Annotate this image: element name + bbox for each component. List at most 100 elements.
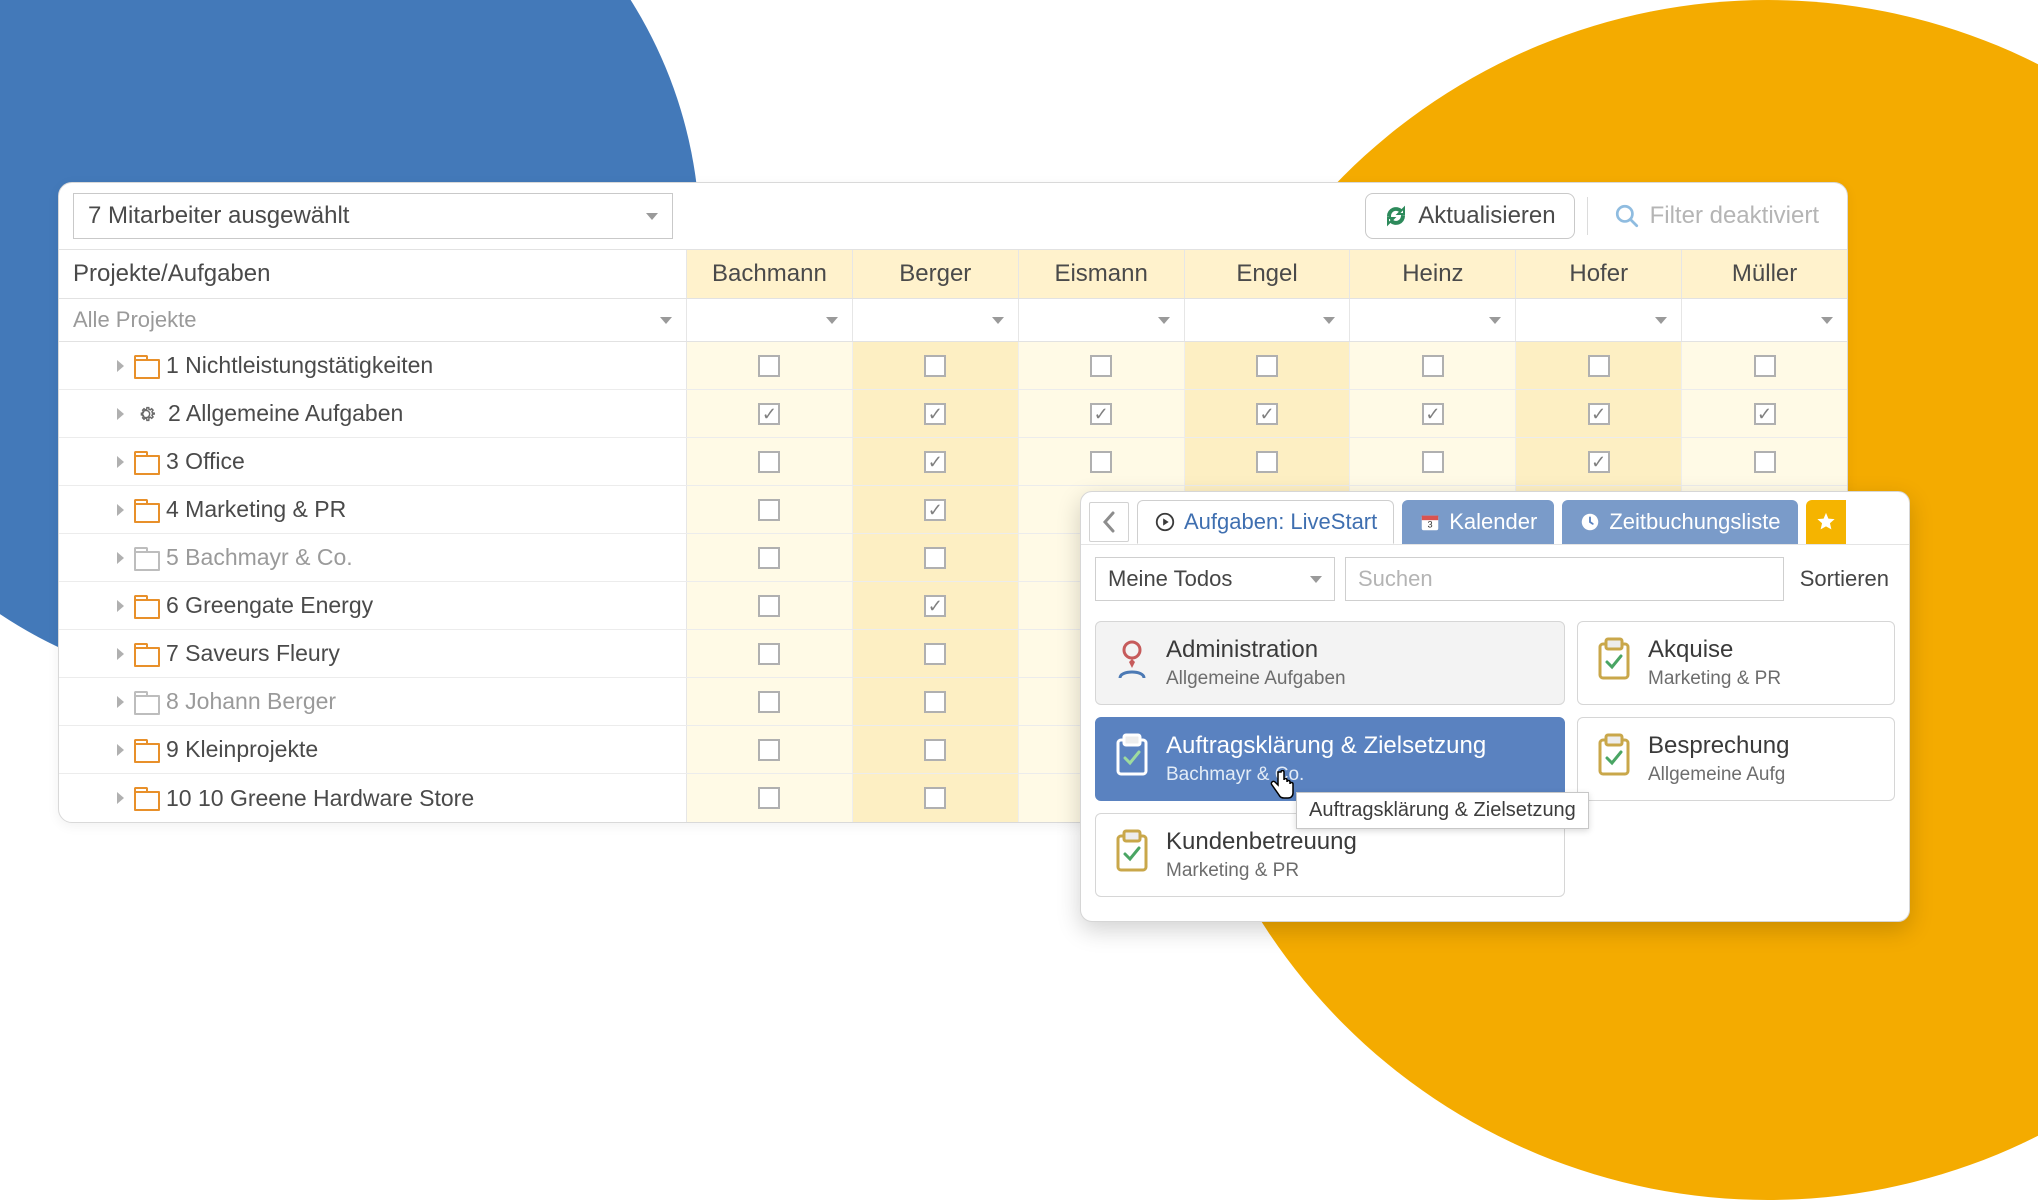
column-filter-cell[interactable] bbox=[687, 299, 853, 341]
tab-bookings[interactable]: Zeitbuchungsliste bbox=[1562, 500, 1797, 544]
row-name-cell[interactable]: 7 Saveurs Fleury bbox=[59, 630, 687, 677]
grid-cell[interactable] bbox=[1516, 438, 1682, 485]
row-name-cell[interactable]: 5 Bachmayr & Co. bbox=[59, 534, 687, 581]
column-filter-cell[interactable] bbox=[1682, 299, 1847, 341]
column-header-employee[interactable]: Bachmann bbox=[687, 250, 853, 298]
checkbox[interactable] bbox=[1754, 403, 1776, 425]
grid-cell[interactable] bbox=[687, 630, 853, 677]
checkbox[interactable] bbox=[1256, 451, 1278, 473]
row-name-cell[interactable]: 1 Nichtleistungstätigkeiten bbox=[59, 342, 687, 389]
checkbox[interactable] bbox=[924, 451, 946, 473]
grid-cell[interactable] bbox=[853, 774, 1019, 822]
grid-cell[interactable] bbox=[853, 630, 1019, 677]
grid-cell[interactable] bbox=[687, 438, 853, 485]
task-card[interactable]: Auftragsklärung & ZielsetzungBachmayr & … bbox=[1095, 717, 1565, 801]
grid-cell[interactable] bbox=[853, 390, 1019, 437]
column-header-employee[interactable]: Müller bbox=[1682, 250, 1847, 298]
column-header-employee[interactable]: Heinz bbox=[1350, 250, 1516, 298]
checkbox[interactable] bbox=[1256, 355, 1278, 377]
grid-cell[interactable] bbox=[1682, 342, 1847, 389]
checkbox[interactable] bbox=[924, 595, 946, 617]
checkbox[interactable] bbox=[1256, 403, 1278, 425]
grid-cell[interactable] bbox=[1516, 390, 1682, 437]
grid-cell[interactable] bbox=[853, 438, 1019, 485]
checkbox[interactable] bbox=[1422, 355, 1444, 377]
checkbox[interactable] bbox=[924, 499, 946, 521]
checkbox[interactable] bbox=[758, 547, 780, 569]
grid-cell[interactable] bbox=[1185, 342, 1351, 389]
grid-cell[interactable] bbox=[1185, 390, 1351, 437]
grid-cell[interactable] bbox=[687, 534, 853, 581]
column-header-employee[interactable]: Eismann bbox=[1019, 250, 1185, 298]
grid-cell[interactable] bbox=[853, 582, 1019, 629]
column-filter-cell[interactable] bbox=[1350, 299, 1516, 341]
checkbox[interactable] bbox=[924, 739, 946, 761]
refresh-button[interactable]: Aktualisieren bbox=[1365, 193, 1574, 239]
grid-cell[interactable] bbox=[1185, 438, 1351, 485]
row-name-cell[interactable]: 9 Kleinprojekte bbox=[59, 726, 687, 773]
task-card[interactable]: AdministrationAllgemeine Aufgaben bbox=[1095, 621, 1565, 705]
grid-cell[interactable] bbox=[687, 486, 853, 533]
grid-cell[interactable] bbox=[1350, 342, 1516, 389]
checkbox[interactable] bbox=[1422, 451, 1444, 473]
checkbox[interactable] bbox=[1422, 403, 1444, 425]
grid-cell[interactable] bbox=[853, 486, 1019, 533]
checkbox[interactable] bbox=[924, 403, 946, 425]
grid-cell[interactable] bbox=[1019, 390, 1185, 437]
checkbox[interactable] bbox=[924, 355, 946, 377]
column-header-projects[interactable]: Projekte/Aufgaben bbox=[59, 250, 687, 298]
filter-button[interactable]: Filter deaktiviert bbox=[1600, 194, 1833, 238]
grid-cell[interactable] bbox=[687, 726, 853, 773]
grid-cell[interactable] bbox=[853, 678, 1019, 725]
row-name-cell[interactable]: 3 Office bbox=[59, 438, 687, 485]
checkbox[interactable] bbox=[924, 547, 946, 569]
search-input[interactable]: Suchen bbox=[1345, 557, 1784, 601]
checkbox[interactable] bbox=[758, 499, 780, 521]
checkbox[interactable] bbox=[1588, 355, 1610, 377]
column-filter-cell[interactable] bbox=[853, 299, 1019, 341]
project-filter-select[interactable]: Alle Projekte bbox=[59, 299, 687, 341]
checkbox[interactable] bbox=[758, 691, 780, 713]
column-filter-cell[interactable] bbox=[1185, 299, 1351, 341]
grid-cell[interactable] bbox=[1682, 438, 1847, 485]
employee-select[interactable]: 7 Mitarbeiter ausgewählt bbox=[73, 193, 673, 239]
grid-cell[interactable] bbox=[687, 342, 853, 389]
checkbox[interactable] bbox=[1754, 451, 1776, 473]
todos-select[interactable]: Meine Todos bbox=[1095, 557, 1335, 601]
row-name-cell[interactable]: 8 Johann Berger bbox=[59, 678, 687, 725]
grid-cell[interactable] bbox=[687, 390, 853, 437]
checkbox[interactable] bbox=[758, 787, 780, 809]
checkbox[interactable] bbox=[758, 355, 780, 377]
checkbox[interactable] bbox=[924, 691, 946, 713]
grid-cell[interactable] bbox=[853, 342, 1019, 389]
task-card[interactable]: BesprechungAllgemeine Aufg bbox=[1577, 717, 1895, 801]
checkbox[interactable] bbox=[1090, 451, 1112, 473]
checkbox[interactable] bbox=[1754, 355, 1776, 377]
checkbox[interactable] bbox=[1588, 451, 1610, 473]
checkbox[interactable] bbox=[924, 787, 946, 809]
grid-cell[interactable] bbox=[853, 726, 1019, 773]
column-header-employee[interactable]: Berger bbox=[853, 250, 1019, 298]
checkbox[interactable] bbox=[924, 643, 946, 665]
column-filter-cell[interactable] bbox=[1516, 299, 1682, 341]
column-header-employee[interactable]: Engel bbox=[1185, 250, 1351, 298]
star-tab[interactable] bbox=[1806, 500, 1846, 544]
grid-cell[interactable] bbox=[687, 678, 853, 725]
checkbox[interactable] bbox=[1090, 403, 1112, 425]
row-name-cell[interactable]: 2 Allgemeine Aufgaben bbox=[59, 390, 687, 437]
grid-cell[interactable] bbox=[1350, 438, 1516, 485]
checkbox[interactable] bbox=[758, 403, 780, 425]
grid-cell[interactable] bbox=[853, 534, 1019, 581]
row-name-cell[interactable]: 4 Marketing & PR bbox=[59, 486, 687, 533]
checkbox[interactable] bbox=[1588, 403, 1610, 425]
grid-cell[interactable] bbox=[1516, 342, 1682, 389]
checkbox[interactable] bbox=[1090, 355, 1112, 377]
back-button[interactable] bbox=[1089, 502, 1129, 542]
grid-cell[interactable] bbox=[1019, 342, 1185, 389]
row-name-cell[interactable]: 10 10 Greene Hardware Store bbox=[59, 774, 687, 822]
grid-cell[interactable] bbox=[1682, 390, 1847, 437]
grid-cell[interactable] bbox=[1350, 390, 1516, 437]
column-header-employee[interactable]: Hofer bbox=[1516, 250, 1682, 298]
tab-calendar[interactable]: 3 Kalender bbox=[1402, 500, 1554, 544]
grid-cell[interactable] bbox=[1019, 438, 1185, 485]
